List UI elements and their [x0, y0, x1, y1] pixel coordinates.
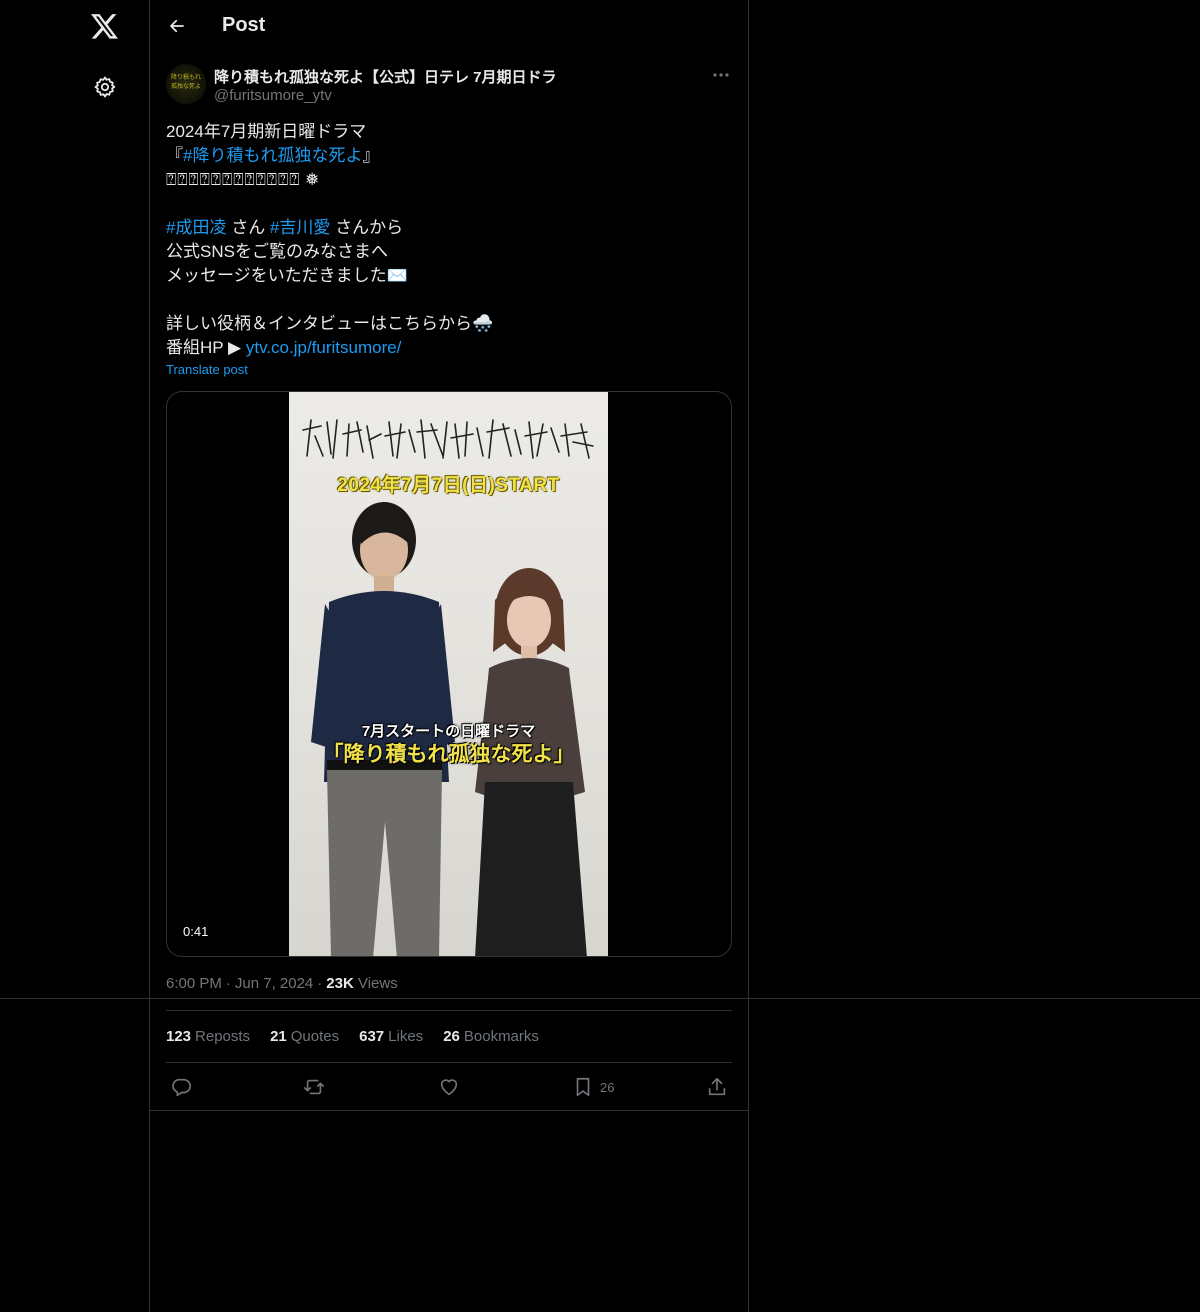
reposts-stat[interactable]: 123 Reposts — [166, 1028, 250, 1045]
text-line-8: 番組HP ▶ ytv.co.jp/furitsumore/ — [166, 336, 732, 360]
gear-icon[interactable] — [90, 72, 120, 102]
video-duration-badge: 0:41 — [175, 922, 217, 941]
share-button[interactable] — [706, 1074, 728, 1100]
bookmark-count: 26 — [600, 1079, 615, 1095]
action-bar: 26 — [166, 1074, 732, 1100]
x-logo-icon[interactable] — [88, 10, 122, 44]
reply-button[interactable] — [170, 1074, 192, 1100]
post-column: Post 降り積もれ 孤独な死よ 降り積もれ孤独な死よ【公式】日テレ 7月期日ド… — [150, 0, 749, 1312]
repost-button[interactable] — [302, 1074, 326, 1100]
text-line-2: 『#降り積もれ孤独な死よ』 — [166, 144, 732, 168]
quotes-label: Quotes — [290, 1028, 340, 1045]
reposts-label: Reposts — [195, 1028, 251, 1045]
post-time[interactable]: 6:00 PM — [166, 975, 222, 992]
text-line-1: 2024年7月期新日曜ドラマ — [166, 122, 367, 141]
bookmarks-stat[interactable]: 26 Bookmarks — [443, 1028, 539, 1045]
divider — [150, 1110, 748, 1111]
reply-icon — [172, 1078, 191, 1097]
bracket-close: 』 — [362, 146, 380, 165]
author-name[interactable]: 降り積もれ孤独な死よ【公式】日テレ 7月期日ドラ — [214, 66, 557, 87]
text-sankara: さんから — [330, 218, 404, 237]
back-arrow-icon[interactable] — [162, 11, 192, 41]
text-line-6: メッセージをいただきました✉️ — [166, 266, 408, 285]
bookmarks-label: Bookmarks — [463, 1028, 539, 1045]
text-line-4: #成田凌 さん #吉川愛 さんから — [166, 216, 732, 240]
meta-separator: · — [317, 975, 323, 992]
views-label: Views — [357, 975, 398, 992]
divider — [0, 998, 1200, 999]
repost-icon — [304, 1079, 324, 1095]
divider — [166, 1062, 732, 1063]
likes-count: 637 — [359, 1028, 385, 1045]
hashtag-link-title[interactable]: #降り積もれ孤独な死よ — [183, 146, 362, 165]
bracket-open: 『 — [166, 146, 183, 165]
likes-label: Likes — [388, 1028, 424, 1045]
text-line-7: 詳しい役柄＆インタビューはこちらから🌨️ — [166, 314, 494, 333]
quotes-count: 21 — [270, 1028, 287, 1045]
likes-stat[interactable]: 637 Likes — [359, 1028, 423, 1045]
translate-post-link[interactable]: Translate post — [166, 362, 248, 377]
quotes-stat[interactable]: 21 Quotes — [270, 1028, 339, 1045]
title-calligraphy — [302, 419, 594, 459]
share-icon — [708, 1077, 726, 1096]
reposts-count: 123 — [166, 1028, 192, 1045]
text-san: さん — [226, 218, 270, 237]
more-icon[interactable] — [710, 66, 732, 84]
post-author: 降り積もれ 孤独な死よ 降り積もれ孤独な死よ【公式】日テレ 7月期日ドラ @fu… — [166, 64, 732, 108]
video-frame[interactable]: 2024年7月7日(日)START 7月スタートの日曜ドラマ 「降り積もれ孤独な… — [289, 392, 608, 956]
page-title: Post — [222, 14, 266, 36]
avatar[interactable]: 降り積もれ 孤独な死よ — [166, 64, 206, 104]
hashtag-link-narita[interactable]: #成田凌 — [166, 218, 226, 237]
video-caption-line2: 「降り積もれ孤独な死よ」 — [322, 743, 575, 766]
divider — [166, 1010, 732, 1011]
post-date[interactable]: Jun 7, 2024 — [235, 975, 313, 992]
hashtag-link-yoshikawa[interactable]: #吉川愛 — [270, 218, 330, 237]
views-count: 23K — [326, 975, 354, 992]
homepage-link[interactable]: ytv.co.jp/furitsumore/ — [246, 338, 402, 357]
missing-glyphs: ⍰⍰⍰⍰⍰⍰⍰⍰⍰⍰⍰⍰ — [166, 170, 301, 189]
like-icon — [440, 1079, 458, 1096]
avatar-lettering: 降り積もれ 孤独な死よ — [170, 74, 201, 90]
text-line-3: ⍰⍰⍰⍰⍰⍰⍰⍰⍰⍰⍰⍰ ❅ — [166, 168, 732, 192]
post-stats: 123 Reposts 21 Quotes 637 Likes 26 Bookmarks — [166, 1028, 539, 1045]
bookmarks-count: 26 — [443, 1028, 460, 1045]
bookmark-icon — [576, 1077, 590, 1097]
video-player[interactable]: 2024年7月7日(日)START 7月スタートの日曜ドラマ 「降り積もれ孤独な… — [166, 391, 732, 957]
author-handle[interactable]: @furitsumore_ytv — [214, 87, 332, 104]
text-line-5: 公式SNSをご覧のみなさまへ — [166, 242, 388, 261]
like-button[interactable] — [438, 1074, 460, 1100]
bookmark-button[interactable]: 26 — [572, 1074, 614, 1100]
left-nav — [0, 0, 150, 1312]
meta-separator: · — [225, 975, 231, 992]
page-header: Post — [150, 0, 748, 54]
post-text: 2024年7月期新日曜ドラマ 『#降り積もれ孤独な死よ』 ⍰⍰⍰⍰⍰⍰⍰⍰⍰⍰⍰… — [166, 120, 732, 360]
homepage-label: 番組HP ▶ — [166, 338, 246, 357]
snowflake-emoji: ❅ — [305, 170, 320, 189]
post-meta: 6:00 PM · Jun 7, 2024 · 23K Views — [166, 975, 398, 992]
